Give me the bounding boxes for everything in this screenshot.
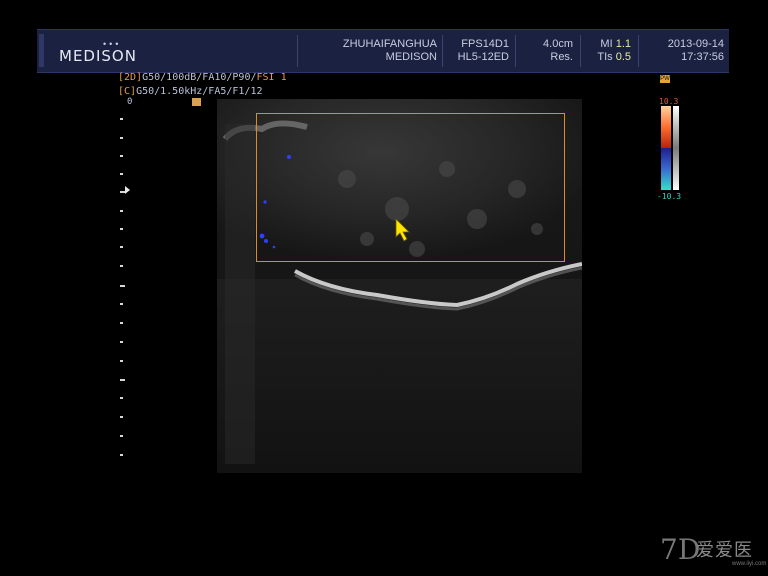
medison-logo: ••• MEDISON (55, 39, 155, 65)
depth-tick (120, 341, 123, 343)
depth-tick (120, 246, 123, 248)
time: 17:37:56 (681, 51, 724, 63)
watermark: 7D 爱爱医 www.iiyi.com (660, 531, 768, 571)
depth-tick (120, 454, 123, 456)
depth-tick (120, 210, 123, 212)
datetime-info: 2013-09-14 17:37:56 (647, 38, 724, 64)
color-mode-icon (192, 98, 201, 106)
fsi-setting: FSI 1 (256, 72, 287, 83)
mi-label: MI (600, 38, 613, 50)
mode-2d-settings: G50/100dB/FA10/P90/ (142, 72, 257, 83)
depth-tick (120, 360, 123, 362)
params-2d-line: [2D]G50/100dB/FA10/P90/FSI 1 (118, 71, 287, 85)
depth-scale (118, 98, 138, 468)
imaging-parameters: [2D]G50/100dB/FA10/P90/FSI 1 [C]G50/1.50… (118, 71, 287, 99)
probe-name: HL5-12ED (457, 51, 509, 63)
arrow-cursor-icon[interactable] (394, 217, 412, 248)
depth-value: 4.0cm (543, 38, 573, 50)
depth-info: 4.0cm Res. (522, 38, 573, 64)
pw-indicator-icon: PW (660, 75, 670, 83)
depth-tick (120, 435, 123, 437)
header-divider (297, 35, 298, 67)
tis-value: 0.5 (615, 51, 631, 63)
institution-sub: MEDISON (385, 51, 437, 63)
date: 2013-09-14 (667, 38, 724, 50)
logo-text: MEDISON (59, 47, 137, 65)
watermark-text: 爱爱医 (696, 540, 753, 561)
depth-tick (120, 416, 123, 418)
depth-tick (120, 322, 123, 324)
preset-name: FPS14D1 (461, 38, 509, 50)
watermark-logo-icon: 7D (660, 533, 701, 566)
header-bar: ••• MEDISON ZHUHAIFANGHUA MEDISON FPS14D… (37, 29, 729, 73)
depth-tick (120, 118, 123, 120)
colorbar-min-label: -10.3 (657, 192, 682, 201)
watermark-url: www.iiyi.com (732, 561, 767, 567)
header-divider (580, 35, 581, 67)
focus-marker-icon[interactable] (125, 186, 130, 194)
mode-c-settings: G50/1.50kHz/FA5/F1/12 (136, 86, 263, 97)
header-divider (515, 35, 516, 67)
color-scale-bar (661, 106, 671, 190)
colorbar-cold (661, 148, 671, 190)
depth-tick (120, 303, 123, 305)
colorbar-warm (661, 106, 671, 148)
depth-tick (120, 173, 123, 175)
tis-label: TIs (597, 51, 613, 63)
tis-readout: TIs 0.5 (587, 51, 631, 64)
header-divider (442, 35, 443, 67)
institution-info: ZHUHAIFANGHUA MEDISON (342, 38, 437, 64)
depth-tick (120, 397, 123, 399)
cursor-shape (395, 218, 410, 242)
header-divider (638, 35, 639, 67)
colorbar-max-label: 10.3 (659, 97, 679, 106)
mode-c-tag: [C] (118, 86, 137, 97)
depth-tick (120, 137, 123, 139)
ultrasound-screen: { "header": { "logo_dots": "•••", "logo_… (0, 0, 768, 576)
mi-readout: MI 1.1 (587, 38, 631, 51)
resolution-mode: Res. (550, 51, 573, 63)
depth-tick (120, 285, 125, 287)
depth-tick (120, 265, 123, 267)
depth-tick (120, 379, 125, 381)
mi-value: 1.1 (615, 38, 631, 50)
colorbar-gray (673, 106, 679, 190)
depth-tick (120, 228, 123, 230)
preset-info: FPS14D1 HL5-12ED (449, 38, 509, 64)
header-left-strip (39, 34, 44, 67)
institution-name: ZHUHAIFANGHUA (342, 38, 437, 50)
index-info: MI 1.1 TIs 0.5 (587, 38, 631, 64)
mode-2d-tag: [2D] (118, 72, 143, 83)
depth-tick (120, 155, 123, 157)
params-color-line: [C]G50/1.50kHz/FA5/F1/12 (118, 85, 287, 99)
